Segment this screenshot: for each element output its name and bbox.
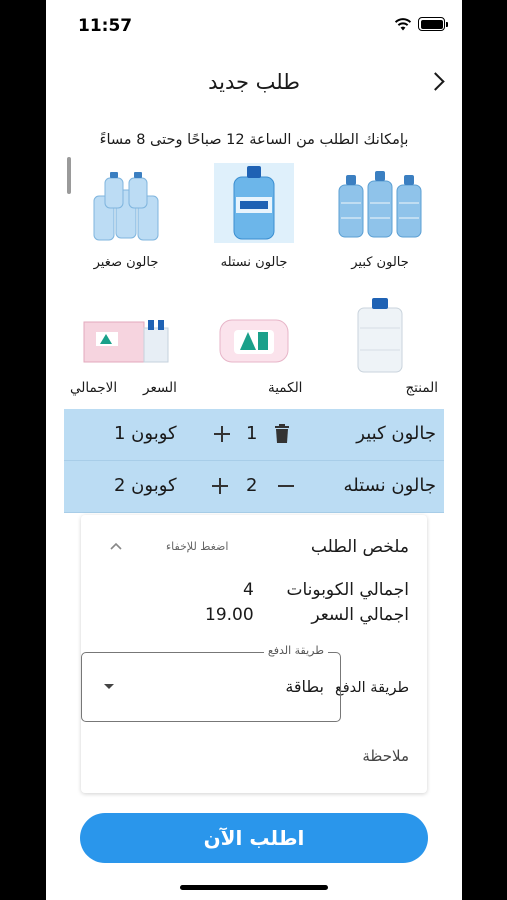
- cart-item-qty: 1: [246, 423, 258, 444]
- cart-item-coupons: كوبون 2: [114, 475, 177, 496]
- cart-item-qty: 2: [246, 475, 258, 496]
- pack-image: [219, 319, 289, 363]
- product-label: جالون صغير: [93, 255, 159, 270]
- product-nestle-gallon[interactable]: جالون نستله: [199, 163, 309, 270]
- status-bar: 11:57: [46, 0, 462, 50]
- dropdown-arrow-icon: [104, 684, 114, 689]
- page-title: طلب جديد: [208, 70, 300, 94]
- column-header-price: السعر: [143, 380, 177, 396]
- delete-icon[interactable]: [270, 422, 294, 446]
- cart-row: جالون كبير 1 كوبون 1: [64, 409, 444, 461]
- plus-icon[interactable]: [210, 422, 234, 446]
- product-pack[interactable]: [199, 316, 309, 370]
- small-gallon-image: [93, 172, 159, 241]
- product-large-gallon[interactable]: جالون كبير: [325, 163, 435, 270]
- product-label: جالون كبير: [351, 255, 409, 270]
- cart-item-name: جالون كبير: [356, 423, 436, 444]
- order-now-button[interactable]: اطلب الآن: [80, 813, 428, 863]
- product-small-gallon[interactable]: جالون صغير: [71, 170, 181, 270]
- payment-select-legend: طريقة الدفع: [263, 644, 328, 657]
- minus-icon[interactable]: [274, 474, 298, 498]
- ordering-hours-notice: بإمكانك الطلب من الساعة 12 صباحًا وحتى 8…: [99, 132, 409, 148]
- order-summary-card: ملخص الطلب اضغط للإخفاء اجمالي الكوبونات…: [81, 515, 427, 793]
- wifi-icon: [394, 18, 412, 31]
- plus-icon[interactable]: [208, 474, 232, 498]
- cart-row: جالون نستله 2 كوبون 2: [64, 461, 444, 513]
- dispenser-bottle-image: [357, 298, 403, 373]
- cart-item-name: جالون نستله: [343, 475, 436, 496]
- payment-select-value: بطاقة: [285, 677, 324, 696]
- column-header-quantity: الكمية: [268, 380, 303, 396]
- note-field[interactable]: ملاحظة: [362, 747, 409, 769]
- product-dispenser-bottle[interactable]: [325, 296, 435, 378]
- payment-method-label: طريقة الدفع: [334, 680, 409, 696]
- app-screen: 11:57 طلب جديد بإمكانك الطلب من الساعة 1…: [46, 0, 462, 900]
- nestle-gallon-image: [214, 163, 294, 243]
- home-indicator: [180, 885, 328, 890]
- column-header-product: المنتج: [405, 380, 438, 396]
- carton-image: [83, 320, 169, 363]
- cart-item-coupons: كوبون 1: [114, 423, 177, 444]
- status-time: 11:57: [78, 16, 133, 36]
- large-gallon-image: [338, 171, 422, 238]
- product-label: جالون نستله: [220, 255, 288, 270]
- payment-method-select[interactable]: طريقة الدفع بطاقة: [81, 644, 341, 722]
- payment-section: طريقة الدفع طريقة الدفع بطاقة ملاحظة: [81, 515, 427, 793]
- product-carton[interactable]: [71, 316, 181, 368]
- column-header-total: الاجمالي: [70, 380, 118, 396]
- battery-icon: [418, 17, 448, 31]
